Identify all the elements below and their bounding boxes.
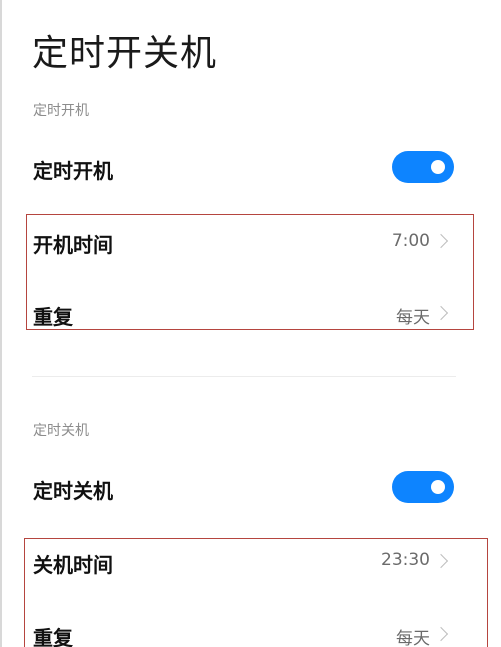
chevron-right-icon [433,233,449,249]
power-off-repeat-row[interactable]: 重复 每天 [28,611,484,647]
timer-power-screen: 定时开关机 定时开机 定时开机 开机时间 7:00 重复 每天 定时关机 定时关… [0,0,501,647]
power-off-repeat-label: 重复 [33,626,73,647]
page-title: 定时开关机 [32,33,218,74]
power-on-toggle-label: 定时开机 [33,159,113,183]
toggle-knob-icon [431,160,445,174]
power-on-toggle[interactable] [392,151,454,183]
power-on-time-value: 7:00 [391,231,430,251]
power-off-toggle-label: 定时关机 [33,479,113,503]
power-off-section-label: 定时关机 [33,423,89,439]
power-off-time-label: 关机时间 [33,553,113,577]
power-on-repeat-label: 重复 [33,305,73,329]
section-divider [32,376,456,377]
power-off-time-row[interactable]: 关机时间 23:30 [28,536,484,586]
power-on-repeat-value: 每天 [396,308,430,328]
power-off-time-value: 23:30 [381,550,430,570]
left-edge-divider [0,0,2,647]
power-on-section-label: 定时开机 [33,103,89,119]
chevron-right-icon [433,553,449,569]
chevron-right-icon [433,626,449,642]
chevron-right-icon [433,305,449,321]
power-off-toggle[interactable] [392,471,454,503]
power-on-repeat-row[interactable]: 重复 每天 [28,289,470,339]
power-off-repeat-value: 每天 [396,629,430,647]
power-on-time-label: 开机时间 [33,233,113,257]
toggle-knob-icon [431,480,445,494]
power-on-time-row[interactable]: 开机时间 7:00 [28,216,470,266]
